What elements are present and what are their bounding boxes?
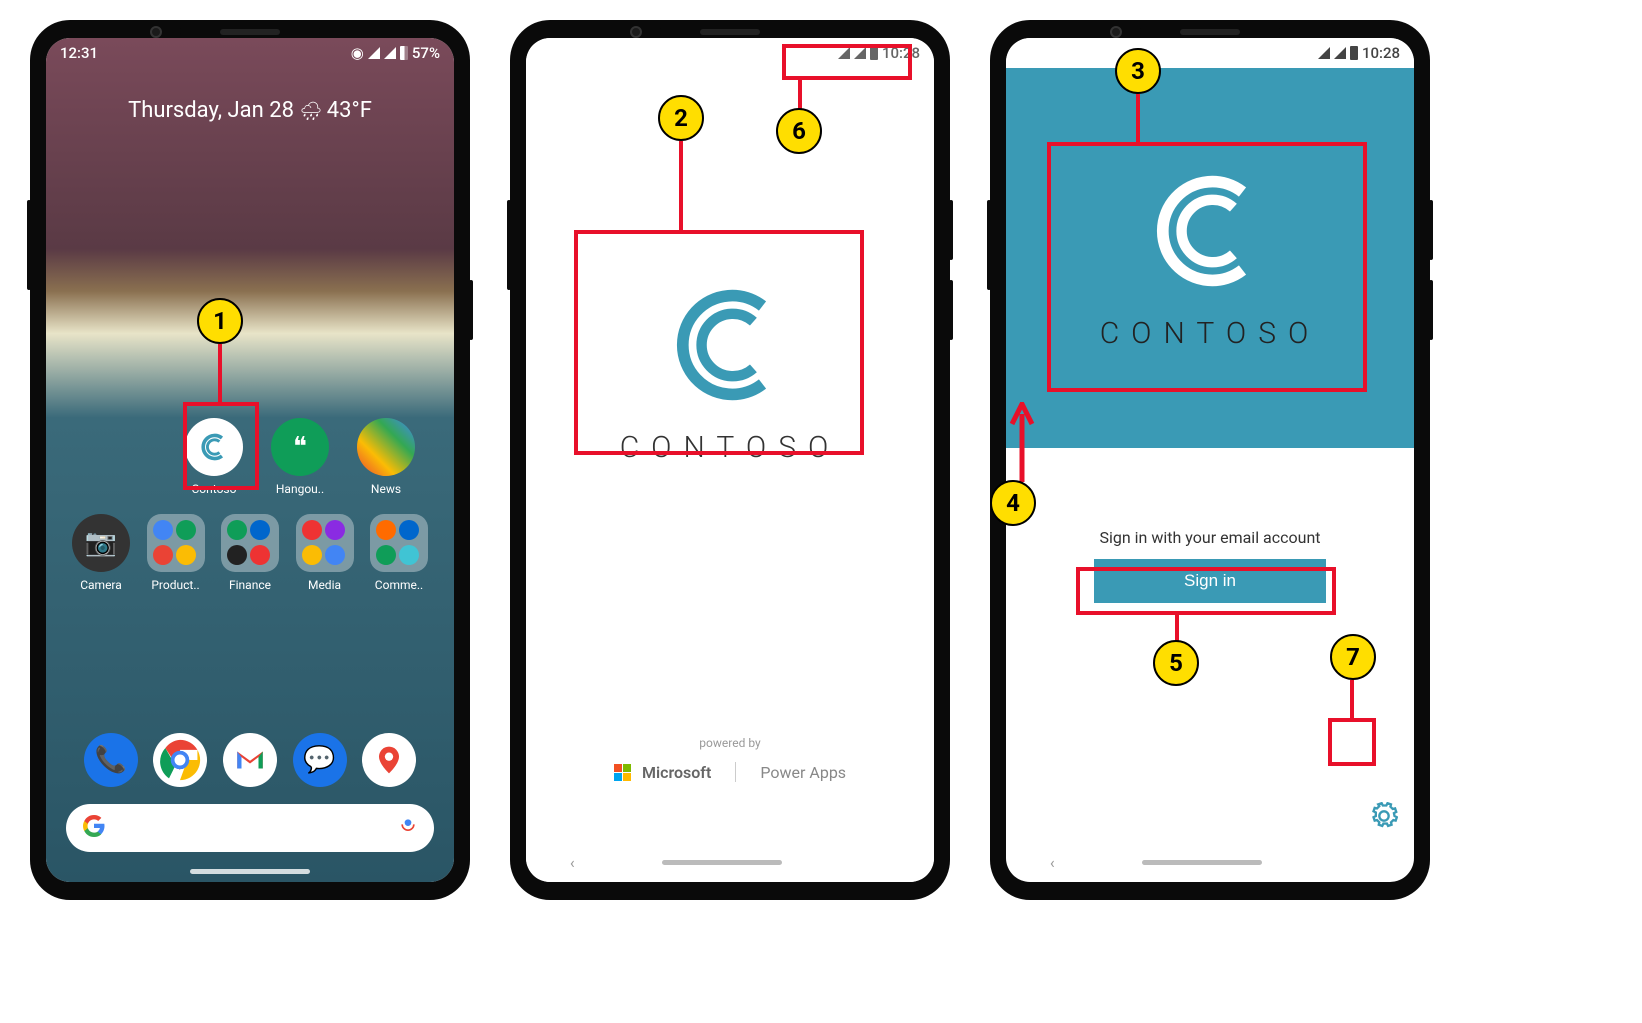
callout-box-7 xyxy=(1328,718,1376,766)
phone-app-icon[interactable]: 📞 xyxy=(84,733,138,787)
callout-badge-2: 2 xyxy=(658,95,704,141)
search-bar[interactable] xyxy=(66,804,434,852)
app-label: Comme.. xyxy=(375,578,423,592)
microsoft-label: Microsoft xyxy=(642,763,711,782)
battery-icon xyxy=(400,46,408,60)
callout-box-1 xyxy=(183,402,259,490)
callout-line xyxy=(218,344,222,402)
callout-badge-3: 3 xyxy=(1115,48,1161,94)
status-time: 10:28 xyxy=(1362,44,1400,62)
folder-commerce[interactable]: Comme.. xyxy=(364,514,434,592)
nav-handle[interactable] xyxy=(662,860,782,865)
callout-arrow-4 xyxy=(1007,402,1037,482)
app-news[interactable]: News xyxy=(351,418,421,496)
signal-icon xyxy=(1334,47,1346,59)
gmail-icon[interactable] xyxy=(223,733,277,787)
app-camera[interactable]: 📷 Camera xyxy=(66,514,136,592)
callout-badge-7: 7 xyxy=(1330,634,1376,680)
callout-badge-6: 6 xyxy=(776,108,822,154)
settings-gear-icon[interactable] xyxy=(1370,802,1398,830)
status-bar: 12:31 ◉ 57% xyxy=(46,38,454,68)
powered-by-label: powered by xyxy=(526,736,934,750)
callout-line xyxy=(1350,680,1354,718)
powerapps-label: Power Apps xyxy=(760,763,846,782)
dock: 📞 💬 xyxy=(46,733,454,787)
signin-prompt: Sign in with your email account xyxy=(1099,528,1320,547)
callout-line xyxy=(1136,94,1140,144)
status-bar: 10:28 xyxy=(1006,38,1414,68)
callout-badge-5: 5 xyxy=(1153,640,1199,686)
wifi-icon xyxy=(1318,47,1330,59)
hangouts-icon: ❝ xyxy=(271,418,329,476)
callout-box-2 xyxy=(574,230,864,455)
folder-icon xyxy=(221,514,279,572)
microsoft-logo-icon xyxy=(614,763,632,781)
app-hangouts[interactable]: ❝ Hangou.. xyxy=(265,418,335,496)
battery-pct: 57% xyxy=(412,44,440,62)
folder-icon xyxy=(296,514,354,572)
callout-line xyxy=(798,80,802,110)
android-nav-bar: ‹ xyxy=(526,842,934,882)
back-icon[interactable]: ‹ xyxy=(1050,853,1055,872)
nav-handle[interactable] xyxy=(190,869,310,874)
status-time: 12:31 xyxy=(60,44,98,62)
google-g-icon xyxy=(82,814,106,842)
news-icon xyxy=(357,418,415,476)
back-icon[interactable]: ‹ xyxy=(570,853,575,872)
folder-finance[interactable]: Finance xyxy=(215,514,285,592)
wifi-icon xyxy=(368,47,380,59)
app-label: News xyxy=(371,482,401,496)
vibrate-icon: ◉ xyxy=(351,44,364,62)
weather-icon: 🌧 xyxy=(299,101,326,122)
callout-box-6 xyxy=(782,44,912,80)
folder-icon xyxy=(370,514,428,572)
powered-by-footer: powered by Microsoft Power Apps xyxy=(526,736,934,842)
app-label: Product.. xyxy=(151,578,199,592)
app-label: Media xyxy=(308,578,341,592)
app-label: Hangou.. xyxy=(276,482,324,496)
folder-icon xyxy=(147,514,205,572)
folder-productivity[interactable]: Product.. xyxy=(141,514,211,592)
callout-box-3 xyxy=(1047,142,1367,392)
folder-media[interactable]: Media xyxy=(290,514,360,592)
phone-splash-screen: 10:28 CONTOSO powered by Microsoft Power… xyxy=(510,20,950,900)
chrome-icon[interactable] xyxy=(153,733,207,787)
callout-badge-4: 4 xyxy=(990,480,1036,526)
camera-icon: 📷 xyxy=(72,514,130,572)
home-date-widget[interactable]: Thursday, Jan 28 🌧 43°F xyxy=(46,98,454,123)
callout-badge-1: 1 xyxy=(197,298,243,344)
app-label: Camera xyxy=(80,578,122,592)
app-label: Finance xyxy=(229,578,271,592)
maps-icon[interactable] xyxy=(362,733,416,787)
android-nav-bar: ‹ xyxy=(1006,842,1414,882)
battery-icon xyxy=(1350,46,1358,60)
mic-icon[interactable] xyxy=(398,816,418,840)
messages-icon[interactable]: 💬 xyxy=(293,733,347,787)
nav-handle[interactable] xyxy=(1142,860,1262,865)
callout-line xyxy=(679,141,683,231)
divider xyxy=(735,762,736,782)
signal-icon xyxy=(384,47,396,59)
callout-box-5 xyxy=(1076,567,1336,615)
